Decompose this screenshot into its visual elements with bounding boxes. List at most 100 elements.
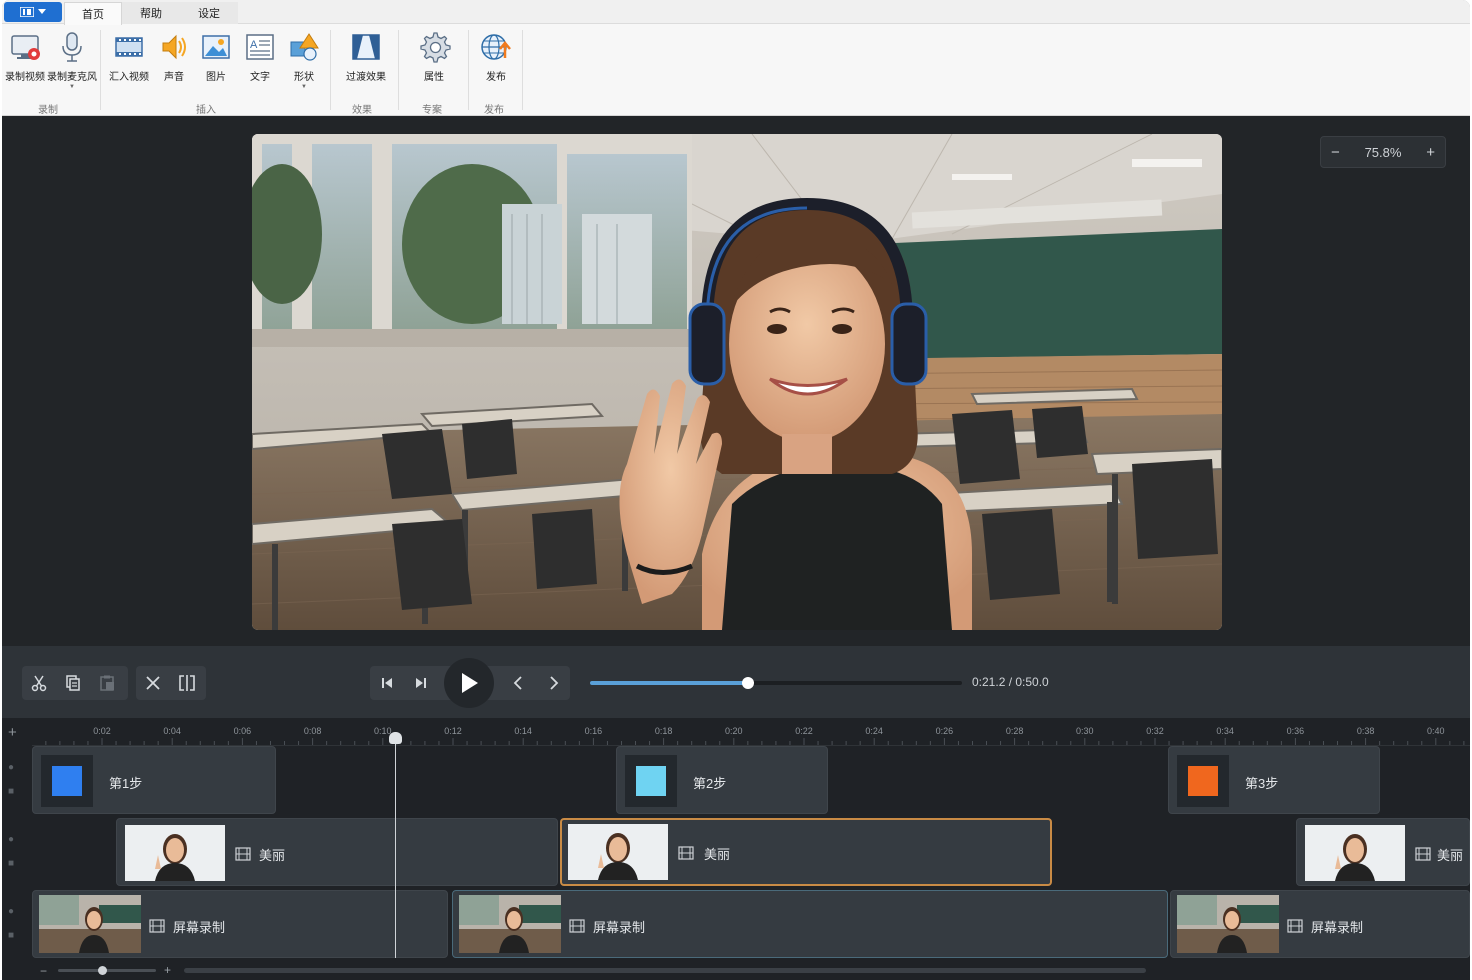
zoom-value: 75.8% (1364, 144, 1402, 160)
clip-thumbnail (1305, 825, 1405, 881)
copy-icon (66, 675, 80, 691)
clip-thumbnail (459, 895, 561, 953)
properties-label: 属性 (424, 72, 444, 83)
webcam-clip[interactable]: 美丽 (116, 818, 558, 886)
timeline-zoom-out-button[interactable]: − (40, 964, 47, 978)
skip-to-end-button[interactable] (404, 666, 438, 700)
step-clip[interactable]: 第3步 (1168, 746, 1380, 814)
zoom-control: − 75.8% + (1320, 136, 1446, 168)
shape-button[interactable]: 形状 ▼ (286, 30, 322, 92)
timeline-horizontal-scrollbar[interactable] (184, 968, 1146, 973)
dropdown-arrow-icon: ▼ (69, 84, 75, 90)
ruler-tick-label: 0:34 (1216, 726, 1234, 736)
play-button[interactable] (444, 658, 494, 708)
split-button[interactable] (170, 666, 204, 700)
image-button[interactable]: 图片 (198, 30, 234, 92)
publish-button[interactable]: 发布 (478, 30, 514, 92)
playback-controls: 0:21.2 / 0:50.0 (2, 646, 1470, 718)
globe-upload-icon (481, 34, 511, 60)
ruler-tick-label: 0:40 (1427, 726, 1445, 736)
sound-button[interactable]: 声音 (156, 30, 192, 92)
film-icon (1287, 919, 1303, 933)
add-track-button[interactable]: + (8, 724, 17, 741)
record-video-button[interactable]: 录制视频 (4, 30, 46, 92)
zoom-out-button[interactable]: − (1331, 144, 1340, 161)
screen-recording-clip[interactable]: 屏幕录制 (452, 890, 1168, 958)
film-icon (678, 846, 694, 860)
properties-button[interactable]: 属性 (416, 30, 452, 92)
color-swatch-frame (41, 755, 93, 807)
track-lock-icon[interactable]: ■ (8, 786, 26, 797)
ruler-tick-label: 0:22 (795, 726, 813, 736)
classroom-webcam-frame (252, 134, 1222, 630)
timeline-zoom-slider[interactable] (58, 966, 156, 975)
tab-settings[interactable]: 设定 (180, 2, 238, 24)
step-clip[interactable]: 第1步 (32, 746, 276, 814)
chevron-down-icon (38, 9, 46, 14)
app-window: 首页 帮助 设定 录制视频 录制麦克风 ▼ 录制 汇入视频 声音 图片 A 文字… (2, 0, 1470, 980)
paste-button[interactable] (90, 666, 124, 700)
playhead-handle[interactable] (389, 732, 402, 744)
group-label-record: 录制 (38, 105, 58, 116)
timeline-zoom-handle[interactable] (98, 966, 108, 975)
app-menu-button[interactable] (4, 2, 62, 22)
skip-back-icon (382, 678, 392, 688)
time-ruler[interactable]: 0:02 0:04 0:06 0:08 0:10 0:12 0:14 0:16 0:18 0:20… (32, 718, 1470, 746)
ruler-tick-label: 0:16 (584, 726, 603, 736)
copy-button[interactable] (56, 666, 90, 700)
preview-area: − 75.8% + (2, 116, 1470, 646)
delete-button[interactable] (136, 666, 170, 700)
record-mic-label: 录制麦克风 (47, 72, 97, 83)
ruler-tick-label: 0:24 (865, 726, 883, 736)
chevron-right-icon (550, 676, 559, 690)
gear-icon (420, 32, 451, 63)
image-icon (202, 35, 230, 59)
clip-label: 美丽 (1437, 848, 1464, 863)
record-mic-button[interactable]: 录制麦克风 ▼ (47, 30, 97, 92)
tab-home[interactable]: 首页 (64, 2, 122, 25)
track-visibility-icon[interactable]: ● (8, 906, 26, 917)
screen-recording-clip[interactable]: 屏幕录制 (1170, 890, 1470, 958)
ruler-tick-label: 0:18 (654, 726, 673, 736)
edit-tools-group (22, 666, 128, 700)
text-button[interactable]: A 文字 (242, 30, 278, 92)
track-visibility-icon[interactable]: ● (8, 834, 26, 845)
text-label: 文字 (250, 72, 270, 83)
ruler-tick-label: 0:12 (444, 726, 462, 736)
group-separator (522, 30, 523, 110)
step-clip[interactable]: 第2步 (616, 746, 828, 814)
cut-button[interactable] (22, 666, 56, 700)
transition-button[interactable]: 过渡效果 (340, 30, 392, 92)
track-lock-icon[interactable]: ■ (8, 930, 26, 941)
color-swatch (52, 766, 82, 796)
import-video-button[interactable]: 汇入视频 (106, 30, 152, 92)
webcam-clip[interactable]: 美丽 (1296, 818, 1470, 886)
scissors-icon (31, 675, 47, 692)
timeline-zoom-in-button[interactable]: + (164, 963, 171, 977)
app-menu-icon (20, 7, 34, 17)
group-separator (468, 30, 469, 110)
next-frame-button[interactable] (536, 666, 570, 700)
webcam-clip-selected[interactable]: 美丽 (560, 818, 1052, 886)
ruler-tick-label: 0:08 (303, 726, 322, 736)
clip-thumbnail (568, 824, 668, 880)
screen-recording-clip[interactable]: 屏幕录制 (32, 890, 448, 958)
track-lock-icon[interactable]: ■ (8, 858, 26, 869)
clip-label: 美丽 (259, 848, 286, 863)
film-icon (235, 847, 251, 861)
skip-to-start-button[interactable] (370, 666, 404, 700)
track-visibility-icon[interactable]: ● (8, 762, 26, 773)
ribbon: 首页 帮助 设定 录制视频 录制麦克风 ▼ 录制 汇入视频 声音 图片 A 文字… (2, 0, 1470, 116)
zoom-in-button[interactable]: + (1426, 144, 1435, 161)
step-label: 第2步 (693, 776, 727, 791)
image-label: 图片 (206, 72, 226, 83)
group-label-publish: 发布 (484, 105, 504, 116)
tab-help[interactable]: 帮助 (122, 2, 180, 24)
video-canvas[interactable] (252, 134, 1222, 630)
ruler-tick-label: 0:06 (233, 726, 252, 736)
seek-bar[interactable] (590, 677, 962, 689)
group-label-effects: 效果 (352, 105, 372, 116)
microphone-icon (62, 32, 82, 62)
seek-handle[interactable] (741, 677, 754, 689)
previous-frame-button[interactable] (502, 666, 536, 700)
